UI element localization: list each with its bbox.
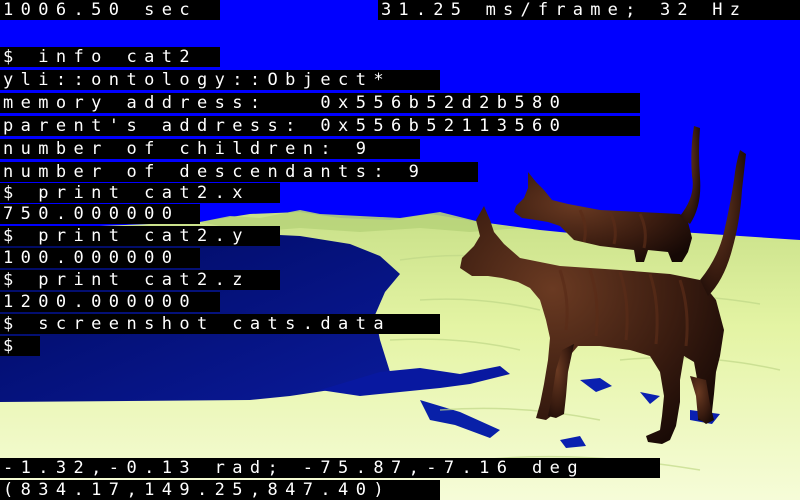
console-line: $ print cat2.z [0, 270, 280, 290]
console-prompt[interactable]: $ [0, 336, 40, 356]
position-readout: (834.17,149.25,847.40) [0, 480, 440, 500]
console-line: memory address: 0x556b52d2b580 [0, 93, 640, 113]
console-line: 1200.000000 [0, 292, 220, 312]
console-line: $ screenshot cats.data [0, 314, 440, 334]
console-line: $ info cat2 [0, 47, 220, 67]
console-line: number of descendants: 9 [0, 162, 478, 182]
console-line: parent's address: 0x556b52113560 [0, 116, 640, 136]
console-line: $ print cat2.x [0, 183, 280, 203]
frame-rate-readout: 31.25 ms/frame; 32 Hz [378, 0, 800, 20]
elapsed-time-readout: 1006.50 sec [0, 0, 220, 20]
console-line: number of children: 9 [0, 139, 420, 159]
orientation-readout: -1.32,-0.13 rad; -75.87,-7.16 deg [0, 458, 660, 478]
console-line: 100.000000 [0, 248, 200, 268]
console-line: $ print cat2.y [0, 226, 280, 246]
console-line: 750.000000 [0, 204, 200, 224]
console-line: yli::ontology::Object* [0, 70, 440, 90]
